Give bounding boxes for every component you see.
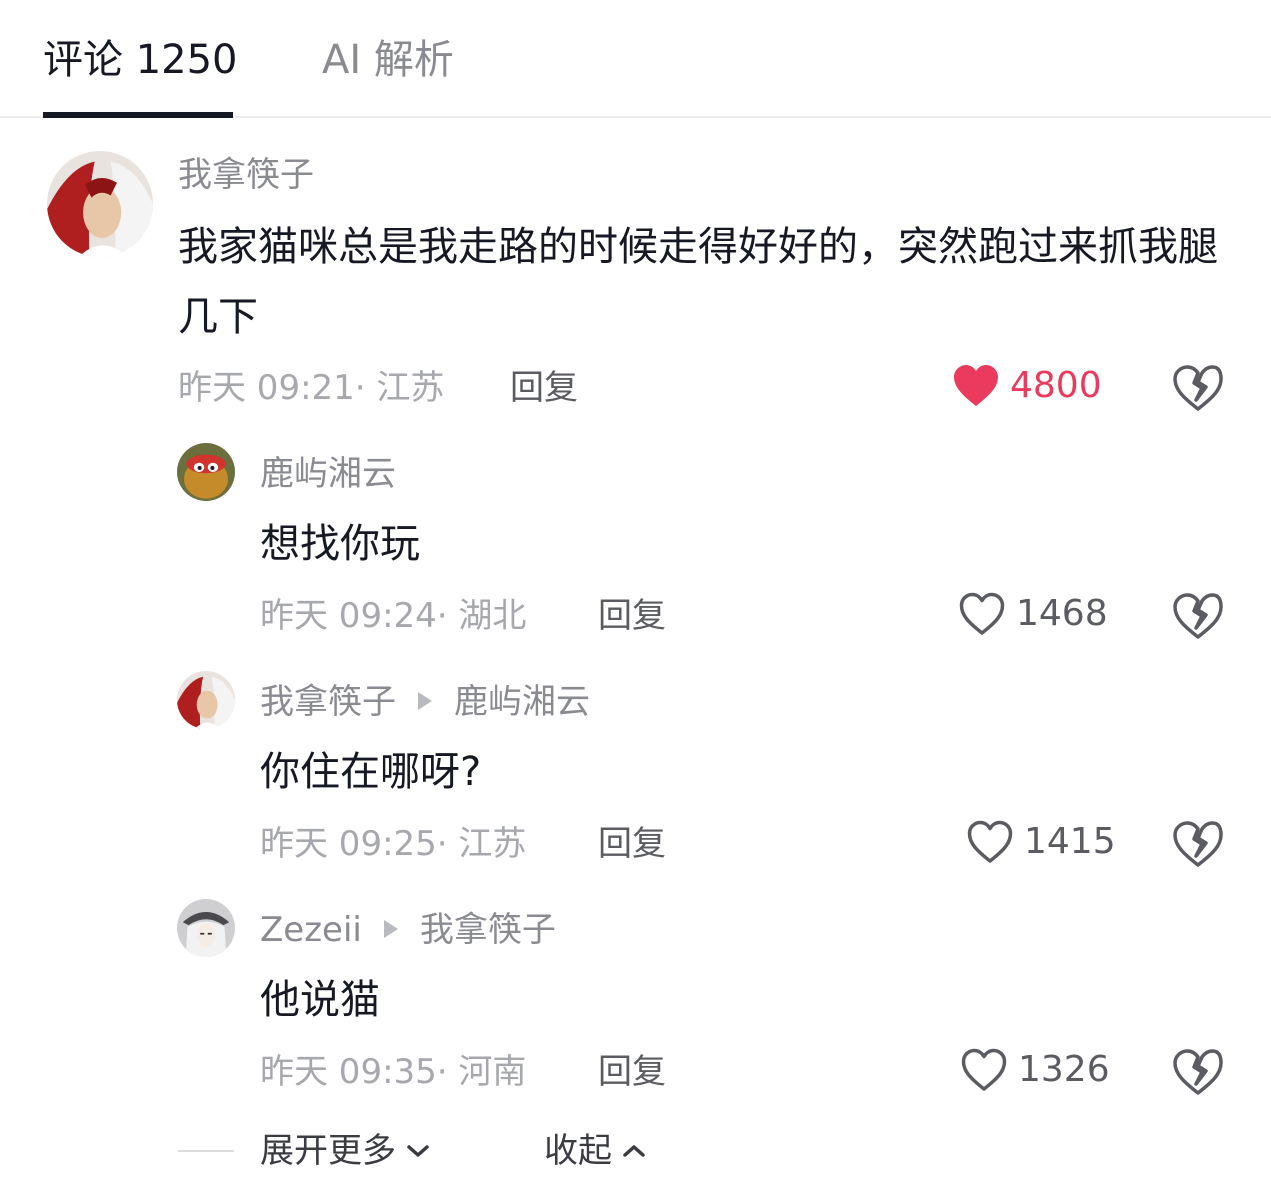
reply-text: 想找你玩 (260, 521, 420, 567)
broken-heart-icon (1173, 593, 1223, 639)
reply-time-location: 昨天 09:25· 江苏 (260, 824, 527, 864)
reply-text: 他说猫 (260, 977, 380, 1023)
reply-username-line: 我拿筷子 鹿屿湘云 (260, 680, 590, 724)
broken-heart-icon (1173, 1049, 1223, 1095)
chevron-up-icon (623, 1145, 645, 1157)
dislike-button[interactable] (1172, 820, 1224, 868)
dislike-button[interactable] (1172, 364, 1224, 412)
reply-button[interactable]: 回复 (598, 594, 666, 638)
heart-icon (954, 365, 998, 406)
comment-username[interactable]: 我拿筷子 (178, 153, 314, 197)
reply-button[interactable]: 回复 (598, 1050, 666, 1094)
tab-ai-analysis[interactable]: AI 解析 (322, 34, 454, 86)
reply-to-username[interactable]: 鹿屿湘云 (454, 682, 590, 722)
tab-comments[interactable]: 评论 1250 (43, 34, 238, 86)
active-tab-indicator (43, 112, 233, 118)
reply-username[interactable]: 我拿筷子 (260, 682, 396, 722)
comment-text: 我家猫咪总是我走路的时候走得好好的，突然跑过来抓我腿几下 (178, 224, 1218, 340)
reply-time-location: 昨天 09:24· 湖北 (260, 596, 527, 636)
reply-button[interactable]: 回复 (510, 366, 578, 410)
reply-to-username[interactable]: 我拿筷子 (420, 910, 556, 950)
reply-arrow-icon (383, 919, 398, 938)
like-count: 1326 (1018, 1049, 1110, 1090)
like-count: 1415 (1024, 821, 1116, 862)
reply-username-line: Zezeii 我拿筷子 (260, 908, 556, 952)
like-button[interactable]: 1415 (966, 820, 1116, 864)
collapse-label: 收起 (544, 1131, 612, 1171)
avatar[interactable] (177, 443, 235, 501)
reply-username[interactable]: 鹿屿湘云 (260, 452, 396, 496)
broken-heart-icon (1173, 365, 1223, 411)
comment-time-location: 昨天 09:21· 江苏 (178, 368, 445, 408)
avatar[interactable] (177, 671, 235, 729)
tab-bar: 评论 1250 AI 解析 (0, 0, 1271, 118)
dislike-button[interactable] (1172, 592, 1224, 640)
avatar[interactable] (47, 151, 153, 257)
expand-divider (178, 1150, 234, 1152)
chevron-down-icon (407, 1145, 429, 1157)
reply-text: 你住在哪呀? (260, 749, 482, 795)
like-button[interactable]: 4800 (952, 364, 1102, 408)
avatar[interactable] (177, 899, 235, 957)
like-count: 1468 (1016, 593, 1108, 634)
heart-icon (967, 820, 1013, 863)
reply-arrow-icon (418, 691, 432, 710)
like-button[interactable]: 1468 (958, 592, 1108, 636)
dislike-button[interactable] (1172, 1048, 1224, 1096)
reply-username[interactable]: Zezeii (260, 910, 362, 950)
heart-icon (961, 1048, 1007, 1091)
expand-more-label: 展开更多 (260, 1131, 396, 1171)
expand-more-button[interactable]: 展开更多 (260, 1129, 430, 1173)
like-count: 4800 (1010, 365, 1102, 406)
reply-button[interactable]: 回复 (598, 822, 666, 866)
reply-time-location: 昨天 09:35· 河南 (260, 1052, 527, 1092)
collapse-button[interactable]: 收起 (544, 1129, 646, 1173)
like-button[interactable]: 1326 (960, 1048, 1110, 1092)
heart-icon (959, 592, 1005, 635)
broken-heart-icon (1173, 821, 1223, 867)
